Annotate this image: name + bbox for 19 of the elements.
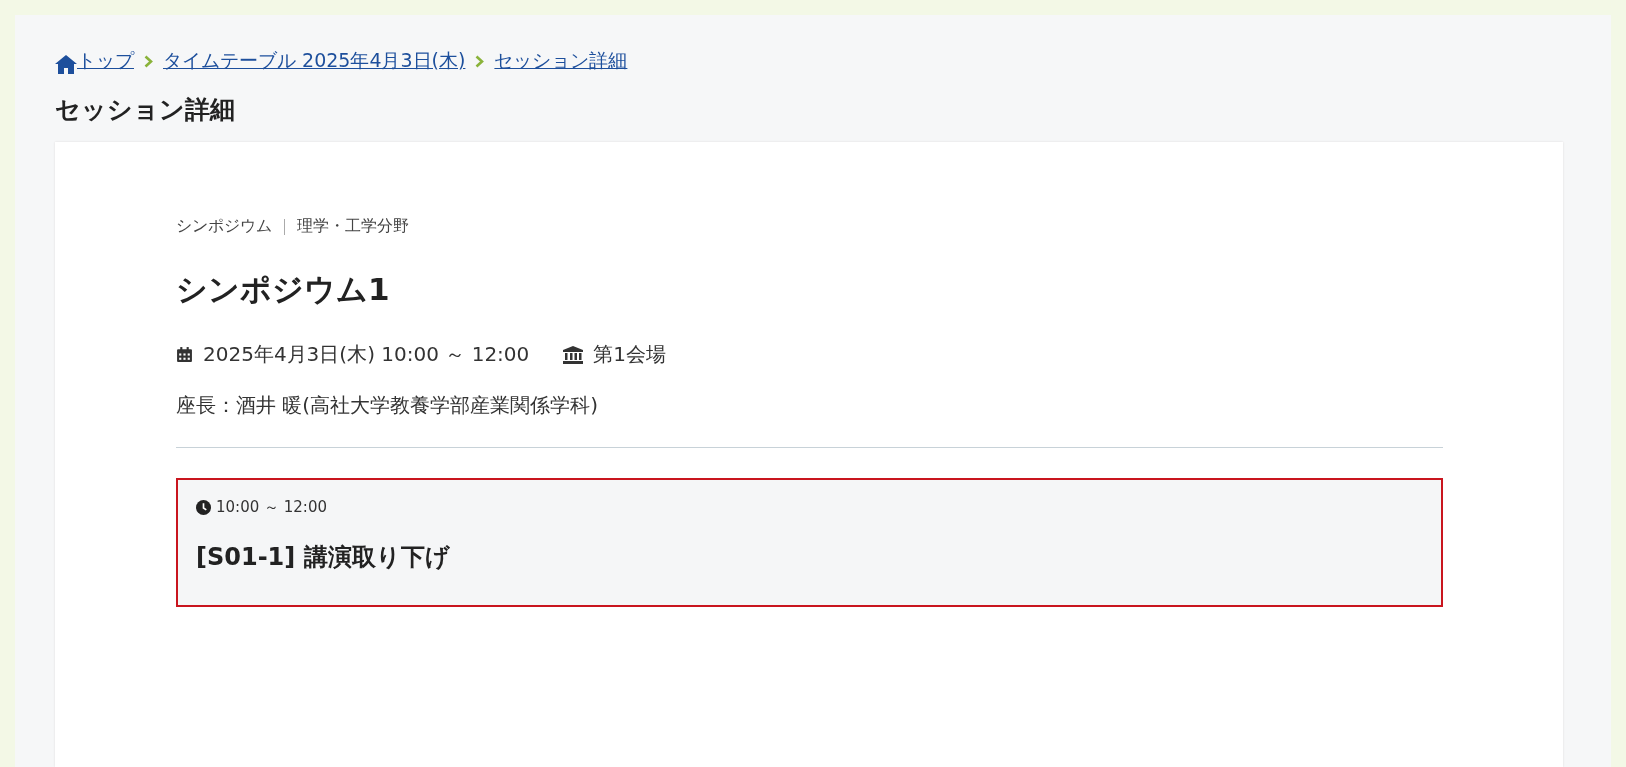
calendar-icon xyxy=(176,346,193,363)
breadcrumb-link[interactable]: トップ xyxy=(55,48,134,74)
session-field: 理学・工学分野 xyxy=(297,216,409,237)
talk-card[interactable]: 10:00 ～ 12:00 [S01-1] 講演取り下げ xyxy=(176,478,1443,607)
page-title: セッション詳細 xyxy=(55,94,236,126)
session-venue: 第1会場 xyxy=(593,341,667,368)
chevron-icon xyxy=(144,54,153,68)
clock-icon xyxy=(196,500,211,515)
building-icon xyxy=(563,345,584,364)
talk-time: 10:00 ～ 12:00 xyxy=(216,498,327,517)
breadcrumb-link[interactable]: セッション詳細 xyxy=(494,48,628,74)
session-datetime: 2025年4月3日(木) 10:00 ～ 12:00 xyxy=(203,341,530,368)
home-icon[interactable] xyxy=(55,55,77,74)
session-title: シンポジウム1 xyxy=(176,270,391,309)
session-chair: 座長：酒井 暖(高社大学教養学部産業関係学科) xyxy=(176,392,599,419)
session-category: シンポジウム xyxy=(176,216,272,237)
breadcrumb-link[interactable]: タイムテーブル 2025年4月3日(木) xyxy=(163,48,466,74)
talk-title: [S01-1] 講演取り下げ xyxy=(196,542,451,573)
chevron-icon xyxy=(475,54,485,68)
